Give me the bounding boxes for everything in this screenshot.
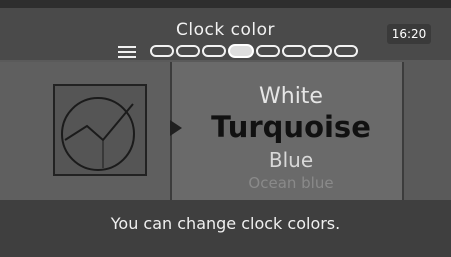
page-title: Clock color: [176, 20, 275, 40]
clock-preview-icon: [53, 84, 147, 176]
option-blue[interactable]: Blue: [180, 148, 402, 172]
page-dot: [334, 45, 358, 57]
page-dot: [202, 45, 226, 57]
page-dot: [176, 45, 200, 57]
hint-text: You can change clock colors.: [110, 214, 341, 233]
top-strip: [0, 0, 451, 8]
right-panel: [402, 62, 451, 200]
footer: You can change clock colors.: [0, 200, 451, 257]
page-indicator: [150, 44, 358, 58]
option-ocean-blue[interactable]: Ocean blue: [180, 174, 402, 192]
page-dot-active: [228, 44, 254, 58]
page-dot: [150, 45, 174, 57]
header: Clock color 16:20: [0, 8, 451, 60]
page-dot: [308, 45, 332, 57]
page-dot: [282, 45, 306, 57]
preview-column: [0, 62, 172, 200]
option-white[interactable]: White: [180, 84, 402, 109]
color-list[interactable]: White Turquoise Blue Ocean blue: [180, 62, 402, 200]
content-area: White Turquoise Blue Ocean blue: [0, 62, 451, 200]
menu-icon[interactable]: [118, 46, 136, 58]
time-badge: 16:20: [387, 24, 431, 44]
page-dot: [256, 45, 280, 57]
option-turquoise-selected[interactable]: Turquoise: [180, 110, 402, 144]
